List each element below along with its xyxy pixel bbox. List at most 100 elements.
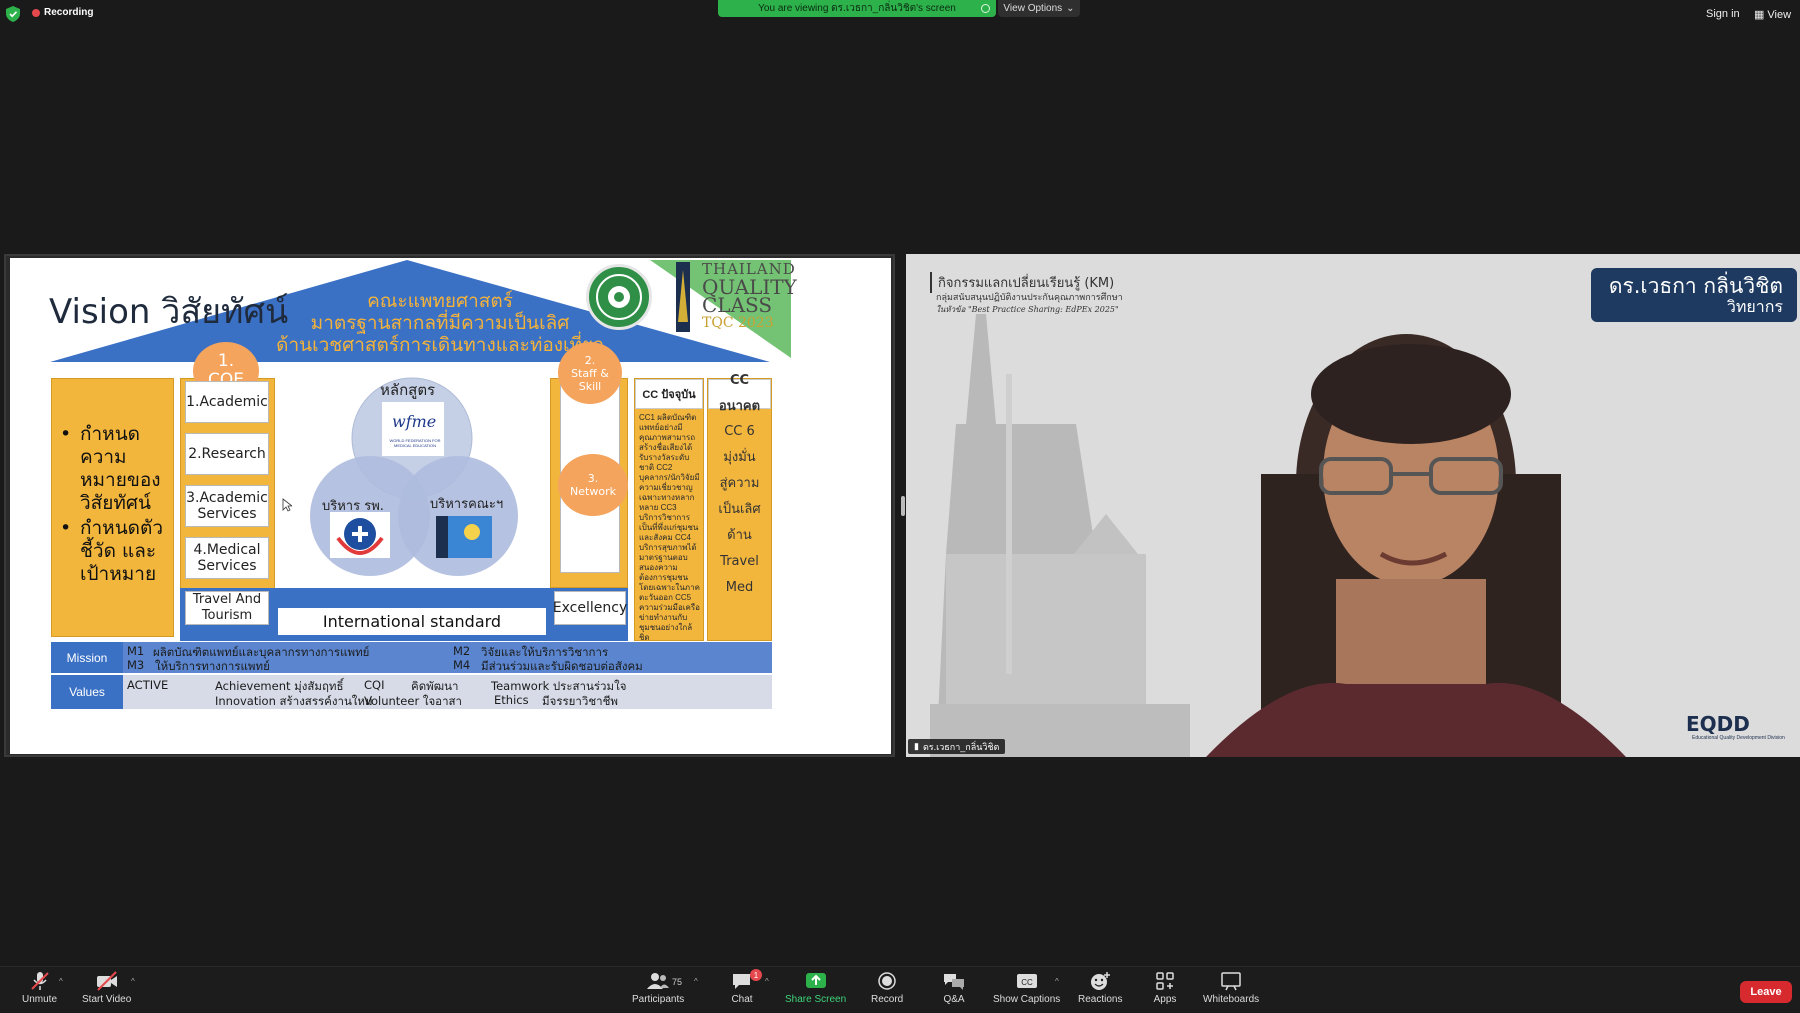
qa-button[interactable]: Q&A: [942, 971, 966, 1005]
mission-m1: M1: [127, 644, 145, 658]
video-off-icon: [96, 971, 117, 991]
show-captions-button[interactable]: CC Show Captions: [993, 971, 1060, 1005]
mission-m2: M2: [453, 644, 471, 658]
coe-item-travel-tourism-overlay: Travel And Tourism: [185, 591, 269, 625]
venn-right-label: บริหารคณะฯ: [430, 497, 504, 512]
speaker-name-card: ดร.เวธกา กลิ่นวิชิต วิทยากร: [1591, 268, 1797, 322]
microphone-muted-icon: [30, 972, 49, 990]
qa-icon: [944, 974, 964, 990]
qa-label: Q&A: [943, 994, 965, 1005]
speaker-video-panel[interactable]: กิจกรรมแลกเปลี่ยนเรียนรู้ (KM) กลุ่มสนับ…: [906, 254, 1800, 757]
panel-resize-handle[interactable]: [901, 496, 905, 516]
svg-text:CC: CC: [1021, 978, 1033, 987]
speaker-name: ดร.เวธกา กลิ่นวิชิต: [1608, 274, 1783, 298]
recording-label: Recording: [44, 7, 94, 18]
apps-grid-icon: [1156, 972, 1174, 990]
captions-caret-icon[interactable]: ^: [1055, 977, 1059, 986]
mission-m3: M3: [127, 658, 145, 672]
presentation-slide: Vision วิสัยทัศน์ คณะแพทยศาสตร์ มาตรฐานส…: [10, 258, 891, 754]
sign-in-link[interactable]: Sign in: [1706, 8, 1740, 20]
mission-m4: M4: [453, 658, 471, 672]
venn-left-label: บริหาร รพ.: [322, 499, 384, 514]
participants-caret-icon[interactable]: ^: [694, 977, 698, 986]
mission-m3-text: ให้บริการทางการแพทย์: [155, 659, 270, 673]
record-button[interactable]: Record: [871, 971, 903, 1005]
values-ethics-text: มีจรรยาวิชาชีพ: [542, 694, 618, 708]
reactions-label: Reactions: [1078, 994, 1123, 1005]
coe-item-academic-services: 3.Academic Services: [185, 485, 269, 527]
view-options-label: View Options: [1003, 3, 1063, 14]
temple-background-graphic: [906, 254, 1800, 757]
chat-button[interactable]: 1 Chat: [730, 969, 762, 1005]
participants-icon: [647, 973, 670, 989]
cc-current-column: CC ปัจจุบัน CC1 ผลิตบัณฑิตแพทย์อย่างมีคุ…: [634, 378, 704, 642]
tqc-award-logo: THAILAND QUALITY CLASS TQC 2023: [666, 260, 797, 364]
speaker-role: วิทยากร: [1726, 297, 1783, 316]
reactions-button[interactable]: Reactions: [1078, 971, 1122, 1005]
participant-name: ดร.เวธกา_กลิ่นวิชิต: [922, 741, 1000, 752]
security-shield-icon[interactable]: [6, 6, 20, 22]
university-seal-logo: [586, 264, 652, 330]
cc-current-text: CC1 ผลิตบัณฑิตแพทย์อย่างมีคุณภาพสามารถสร…: [639, 413, 700, 642]
reactions-smiley-icon: [1091, 972, 1111, 990]
participant-name-tag: ▮ ดร.เวธกา_กลิ่นวิชิต: [908, 739, 1006, 754]
international-standard-box: International standard: [275, 605, 549, 638]
apps-button[interactable]: Apps: [1153, 971, 1177, 1005]
values-label: Values: [51, 675, 123, 709]
eqdd-logo-sub: Educational Quality Development Division: [1692, 735, 1785, 741]
record-label: Record: [871, 994, 904, 1005]
chat-caret-icon[interactable]: ^: [765, 977, 769, 986]
share-screen-button[interactable]: Share Screen: [785, 971, 846, 1005]
values-volunteer: Volunteer ใจอาสา: [364, 694, 463, 708]
shared-screen-panel[interactable]: Vision วิสัยทัศน์ คณะแพทยศาสตร์ มาตรฐานส…: [4, 254, 895, 757]
coe-item-academic: 1.Academic: [185, 381, 269, 423]
signal-bars-icon: ▮: [914, 741, 919, 751]
share-screen-label: Share Screen: [785, 994, 847, 1005]
cc-future-item: Travel: [720, 554, 759, 569]
cc-future-header: CC อนาคต: [708, 373, 771, 414]
top-bar: Recording You are viewing ดร.เวธกา_กลิ่น…: [0, 0, 1800, 28]
mission-label: Mission: [51, 642, 123, 673]
vision-bullet-2: กำหนดตัวชี้วัด และเป้าหมาย: [58, 517, 167, 586]
cc-future-column: CC อนาคต CC 6 มุ่งมั่น สู่ความ เป็นเลิศ …: [707, 373, 772, 641]
values-innovation: Innovation สร้างสรรค์งานใหม่: [215, 694, 373, 708]
banner-status-icon: [981, 4, 990, 13]
participants-label: Participants: [632, 994, 685, 1005]
cc-future-item: ด้าน: [727, 528, 752, 543]
tqc-line4: TQC 2023: [702, 315, 774, 331]
cc-future-item: Med: [725, 580, 754, 595]
eqdd-logo: EQDD: [1686, 712, 1750, 736]
mission-band: Mission M1 ผลิตบัณฑิตแพทย์และบุคลากรทางก…: [51, 642, 772, 673]
captions-icon: CC: [1016, 974, 1037, 988]
participants-count: 75: [672, 977, 683, 987]
recording-indicator[interactable]: Recording: [32, 7, 93, 18]
values-cqi: CQI: [364, 678, 385, 692]
cc-future-item: เป็นเลิศ: [718, 502, 761, 517]
cc-current-header: CC ปัจจุบัน: [635, 379, 703, 409]
km-topic: ในหัวข้อ "Best Practice Sharing: EdPEx 2…: [936, 305, 1119, 314]
recording-dot-icon: [32, 8, 40, 17]
coe-item-research: 2.Research: [185, 433, 269, 475]
vision-definition-box: กำหนดความหมายของวิสัยทัศน์ กำหนดตัวชี้วั…: [51, 378, 174, 637]
view-button[interactable]: ▦ View: [1754, 8, 1791, 22]
tqc-trophy-icon: [676, 262, 690, 332]
chat-unread-badge: 1: [750, 969, 762, 981]
leave-button[interactable]: Leave: [1740, 981, 1792, 1003]
audio-options-caret-icon[interactable]: ^: [59, 977, 63, 986]
excellency-label: Excellency: [553, 591, 627, 625]
staff-skill-circle: 2. Staff & Skill: [558, 342, 622, 404]
viewing-banner-text: You are viewing ดร.เวธกา_กลิ่นวิชิต's sc…: [758, 3, 956, 14]
record-icon: [878, 972, 896, 990]
view-options-button[interactable]: View Options ⌄: [998, 0, 1080, 17]
unmute-button[interactable]: Unmute: [22, 971, 57, 1005]
video-options-caret-icon[interactable]: ^: [131, 977, 135, 986]
meeting-toolbar: Unmute ^ Start Video ^ Participants 75 ^…: [0, 966, 1800, 1013]
venn-top-label: หลักสูตร: [380, 381, 436, 399]
start-video-button[interactable]: Start Video: [82, 971, 131, 1005]
whiteboard-icon: [1221, 972, 1241, 991]
start-video-label: Start Video: [82, 994, 132, 1005]
wfme-logo-text: wfme: [392, 412, 437, 431]
whiteboards-button[interactable]: Whiteboards: [1203, 971, 1259, 1005]
network-circle: 3. Network: [558, 454, 628, 516]
show-captions-label: Show Captions: [993, 994, 1061, 1005]
